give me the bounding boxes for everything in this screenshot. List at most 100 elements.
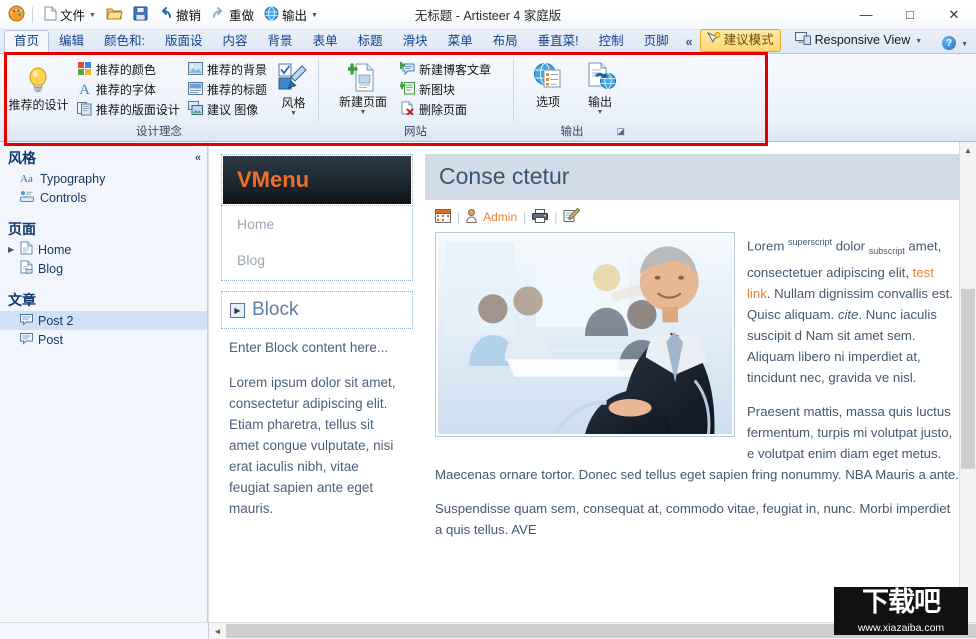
edit-pencil-icon[interactable]	[563, 208, 580, 226]
bottom-scrollbar-row: ◄	[0, 622, 976, 639]
block-expand-icon[interactable]: ▶	[230, 303, 245, 318]
options-label: 选项	[536, 95, 560, 109]
sidebar-section-style-header: 风格 «	[0, 146, 207, 169]
globe-export-icon	[264, 6, 279, 24]
delete-page-button[interactable]: 删除页面	[398, 100, 495, 119]
lightbulb-icon	[25, 65, 51, 97]
sidebar-collapse-icon[interactable]: «	[195, 152, 201, 164]
qat-redo-button[interactable]: 重做	[207, 3, 258, 26]
ribbon-panel: 推荐的设计 推荐的颜色	[0, 54, 976, 142]
scroll-up-button[interactable]: ▲	[960, 142, 976, 159]
article-body[interactable]: Lorem superscript dolor subscript amet, …	[425, 232, 959, 553]
export-button[interactable]: 输出 ▼	[575, 57, 625, 118]
ribbon-group-design-ideas: 推荐的设计 推荐的颜色	[0, 54, 318, 141]
scroll-left-button[interactable]: ◄	[209, 623, 226, 639]
block-widget-body[interactable]: Enter Block content here... Lorem ipsum …	[221, 329, 413, 519]
tab-menu[interactable]: 菜单	[438, 30, 483, 53]
suggest-layout-button[interactable]: 推荐的版面设计	[75, 100, 184, 119]
color-swatch-icon	[77, 61, 92, 79]
help-icon[interactable]: ?	[942, 36, 956, 50]
horizontal-scroll-thumb[interactable]	[226, 624, 976, 638]
sidebar-item-typography[interactable]: Aa Typography	[0, 169, 207, 188]
sidebar-item-post[interactable]: Post	[0, 330, 207, 349]
tab-overflow-button[interactable]: «	[679, 31, 700, 53]
suggest-mode-button[interactable]: 建议模式	[700, 29, 781, 52]
calendar-icon[interactable]	[435, 209, 451, 226]
sidebar-item-home-label: Home	[38, 243, 71, 257]
tab-colors[interactable]: 颜色和:	[94, 30, 155, 53]
app-orb-icon[interactable]	[8, 5, 25, 25]
tab-controls[interactable]: 控制	[589, 30, 634, 53]
sidebar-item-controls[interactable]: Controls	[0, 188, 207, 207]
close-button[interactable]: ✕	[932, 0, 976, 29]
qat-export-label: 输出	[282, 5, 307, 24]
new-page-button[interactable]: 新建页面 ▼	[330, 57, 396, 118]
maximize-button[interactable]: □	[888, 0, 932, 29]
site-small-column: 新建博客文章 新图块	[398, 57, 495, 119]
qat-export-button[interactable]: 输出 ▼	[260, 3, 322, 26]
new-block-button[interactable]: 新图块	[398, 80, 495, 99]
sidebar-item-controls-label: Controls	[40, 191, 87, 205]
vmenu-item-home[interactable]: Home	[223, 207, 411, 240]
preview-vertical-scrollbar[interactable]: ▲	[959, 142, 976, 622]
tab-layout-design[interactable]: 版面设	[155, 30, 213, 53]
tab-background[interactable]: 背景	[258, 30, 303, 53]
vertical-scroll-thumb[interactable]	[961, 289, 975, 469]
ribbon-options-chevron-icon[interactable]: ▼	[961, 41, 968, 48]
article-author[interactable]: Admin	[483, 210, 517, 224]
sidebar-item-typography-label: Typography	[40, 172, 105, 186]
responsive-view-button[interactable]: Responsive View ▼	[785, 28, 933, 53]
qat-save-button[interactable]	[129, 4, 152, 26]
style-button[interactable]: 风格 ▼	[273, 57, 314, 119]
controls-icon	[20, 190, 35, 206]
article-image[interactable]	[435, 232, 735, 437]
vertical-scroll-track[interactable]	[960, 159, 976, 622]
vmenu-item-blog[interactable]: Blog	[223, 243, 411, 276]
new-blog-post-button[interactable]: 新建博客文章	[398, 60, 495, 79]
suggest-fonts-label: 推荐的字体	[96, 81, 156, 98]
suggest-mode-label: 建议模式	[724, 33, 774, 48]
tab-vertical-menu[interactable]: 垂直菜!	[528, 30, 589, 53]
suggest-header-button[interactable]: 推荐的标题	[186, 80, 271, 99]
article-paragraph-3: Suspendisse quam sem, consequat at, comm…	[435, 498, 959, 540]
sidebar-section-pages-header: 页面	[0, 217, 207, 240]
tab-footer[interactable]: 页脚	[634, 30, 679, 53]
preview-horizontal-scrollbar[interactable]: ◄	[209, 623, 976, 639]
main-area: 风格 « Aa Typography	[0, 142, 976, 622]
artisteer-window: 文件 ▼	[0, 0, 976, 639]
sidebar-item-post-2[interactable]: Post 2	[0, 311, 207, 330]
sidebar-item-home[interactable]: ▶ Home	[0, 240, 207, 259]
blog-page-icon	[20, 260, 33, 277]
suggest-fonts-button[interactable]: A 推荐的字体	[75, 80, 184, 99]
tab-content[interactable]: 内容	[213, 30, 258, 53]
tab-layout[interactable]: 布局	[483, 30, 528, 53]
suggest-image-button[interactable]: 建议 图像	[186, 100, 271, 119]
block-widget-header[interactable]: ▶ Block	[221, 291, 413, 329]
vmenu-widget[interactable]: VMenu	[221, 154, 413, 206]
meta-separator-1: |	[457, 210, 460, 224]
suggest-colors-button[interactable]: 推荐的颜色	[75, 60, 184, 79]
p1-pre: Lorem	[747, 238, 788, 253]
qat-file-button[interactable]: 文件 ▼	[40, 3, 100, 26]
tab-header[interactable]: 标题	[348, 30, 393, 53]
printer-icon[interactable]	[532, 209, 548, 226]
tab-edit[interactable]: 编辑	[49, 30, 94, 53]
tab-slider[interactable]: 滑块	[393, 30, 438, 53]
design-preview[interactable]: VMenu Home Blog ▶ Block Enter Block cont…	[208, 142, 976, 622]
suggest-background-button[interactable]: 推荐的背景	[186, 60, 271, 79]
options-button[interactable]: 选项	[523, 57, 573, 111]
sidebar-item-blog[interactable]: Blog	[0, 259, 207, 278]
qat-undo-button[interactable]: 撤销	[154, 3, 205, 26]
minimize-button[interactable]: —	[844, 0, 888, 29]
sidebar-section-style-title: 风格	[8, 148, 36, 168]
suggest-design-button[interactable]: 推荐的设计	[4, 57, 73, 114]
tab-form[interactable]: 表单	[303, 30, 348, 53]
chevron-right-icon[interactable]: ▶	[8, 245, 14, 254]
tab-home[interactable]: 首页	[4, 30, 49, 53]
dialog-launcher-icon[interactable]: ◪	[616, 123, 625, 140]
user-icon	[466, 209, 477, 226]
style-label: 风格	[281, 96, 305, 110]
svg-text:Aa: Aa	[20, 173, 33, 184]
qat-open-button[interactable]	[102, 4, 127, 26]
qat-file-label: 文件	[60, 5, 85, 24]
